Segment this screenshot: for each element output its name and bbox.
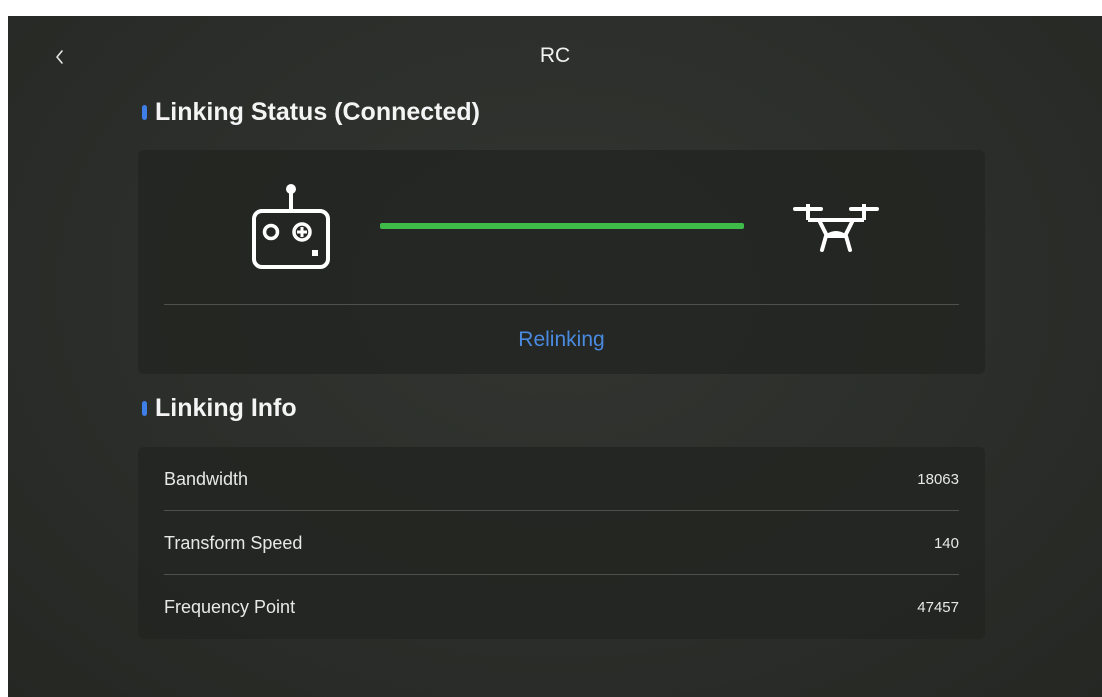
linking-status-header: Linking Status (Connected): [142, 98, 480, 127]
linking-info-header: Linking Info: [142, 394, 297, 423]
info-row-frequency-point: Frequency Point 47457: [164, 575, 959, 639]
linking-status-card: Relinking: [138, 150, 985, 374]
info-value: 47457: [917, 598, 959, 616]
connection-line: [380, 223, 744, 229]
remote-controller-icon: [252, 184, 330, 269]
relinking-button[interactable]: Relinking: [138, 328, 985, 352]
linking-info-card: Bandwidth 18063 Transform Speed 140 Freq…: [138, 447, 985, 639]
section-marker: [142, 105, 147, 120]
rc-settings-screen: RC Linking Status (Connected) Relinking …: [8, 16, 1102, 697]
info-value: 140: [933, 534, 959, 552]
info-row-transform-speed: Transform Speed 140: [164, 511, 959, 575]
linking-info-title: Linking Info: [155, 394, 297, 422]
info-row-bandwidth: Bandwidth 18063: [164, 447, 959, 511]
info-label: Frequency Point: [164, 596, 296, 617]
info-label: Transform Speed: [164, 532, 303, 553]
divider: [164, 304, 959, 305]
linking-status-title: Linking Status (Connected): [155, 98, 480, 126]
info-label: Bandwidth: [164, 468, 249, 489]
section-marker: [142, 401, 147, 416]
drone-icon: [793, 204, 879, 252]
page-title: RC: [539, 44, 571, 67]
info-value: 18063: [917, 470, 959, 488]
